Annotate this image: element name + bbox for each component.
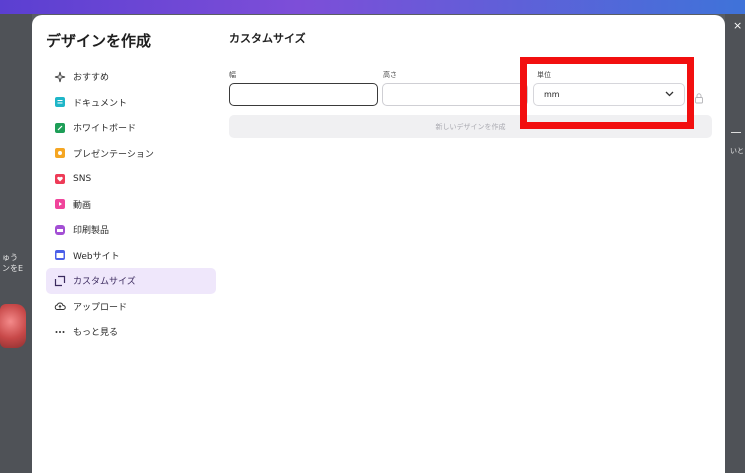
video-icon (54, 198, 66, 210)
nav-item-label: 動画 (73, 200, 92, 211)
nav-item-label: カスタムサイズ (73, 277, 136, 288)
background-left-text-line2: ンをE (2, 264, 24, 273)
annotation-highlight-box (520, 57, 694, 129)
nav-item-video[interactable]: 動画 (46, 192, 216, 218)
whiteboard-icon (54, 122, 66, 134)
nav-item-presentation[interactable]: プレゼンテーション (46, 141, 216, 167)
nav-item-document[interactable]: ドキュメント (46, 90, 216, 116)
sparkle-icon (54, 71, 66, 83)
width-input[interactable] (229, 83, 378, 106)
nav-item-label: アップロード (73, 302, 128, 313)
more-icon (54, 326, 66, 338)
presentation-icon (54, 147, 66, 159)
create-design-dialog: デザインを作成 おすすめ ドキュメント ホワイトボード プレゼンテーション SN… (32, 15, 725, 473)
heart-icon (54, 173, 66, 185)
height-label: 高さ (383, 71, 397, 79)
custom-size-title: カスタムサイズ (229, 32, 306, 45)
lock-aspect-ratio-icon[interactable] (694, 89, 704, 104)
background-left-panel: ゅう ンをE (0, 14, 32, 473)
nav-item-label: SNS (73, 173, 92, 184)
nav-item-sns[interactable]: SNS (46, 166, 216, 192)
nav-item-more[interactable]: もっと見る (46, 319, 216, 345)
website-icon (54, 249, 66, 261)
nav-item-label: ホワイトボード (73, 124, 137, 135)
background-left-text-line1: ゅう (2, 253, 18, 262)
nav-item-print[interactable]: 印刷製品 (46, 217, 216, 243)
background-header (0, 0, 745, 14)
nav-item-label: 印刷製品 (73, 226, 110, 237)
height-input[interactable] (382, 83, 528, 106)
dialog-title: デザインを作成 (46, 32, 152, 50)
nav-item-whiteboard[interactable]: ホワイトボード (46, 115, 216, 141)
design-type-nav: おすすめ ドキュメント ホワイトボード プレゼンテーション SNS 動画 印刷製… (46, 64, 216, 345)
custom-size-icon (54, 275, 66, 287)
nav-item-website[interactable]: Webサイト (46, 243, 216, 269)
nav-item-label: おすすめ (73, 73, 110, 84)
nav-item-recommended[interactable]: おすすめ (46, 64, 216, 90)
width-label: 幅 (229, 71, 236, 79)
nav-item-custom-size[interactable]: カスタムサイズ (46, 268, 216, 294)
nav-item-label: プレゼンテーション (73, 149, 154, 160)
background-right-text: いと (730, 147, 744, 155)
nav-item-label: もっと見る (73, 328, 119, 339)
nav-item-upload[interactable]: アップロード (46, 294, 216, 320)
upload-icon (54, 300, 66, 312)
close-icon[interactable]: × (733, 19, 742, 32)
background-right-divider (731, 132, 741, 133)
nav-item-label: Webサイト (73, 251, 120, 262)
nav-item-label: ドキュメント (73, 98, 128, 109)
document-icon (54, 96, 66, 108)
background-left-text: ゅう ンをE (2, 252, 23, 274)
print-icon (54, 224, 66, 236)
background-illustration (0, 304, 26, 348)
background-right-panel: いと (725, 14, 745, 473)
